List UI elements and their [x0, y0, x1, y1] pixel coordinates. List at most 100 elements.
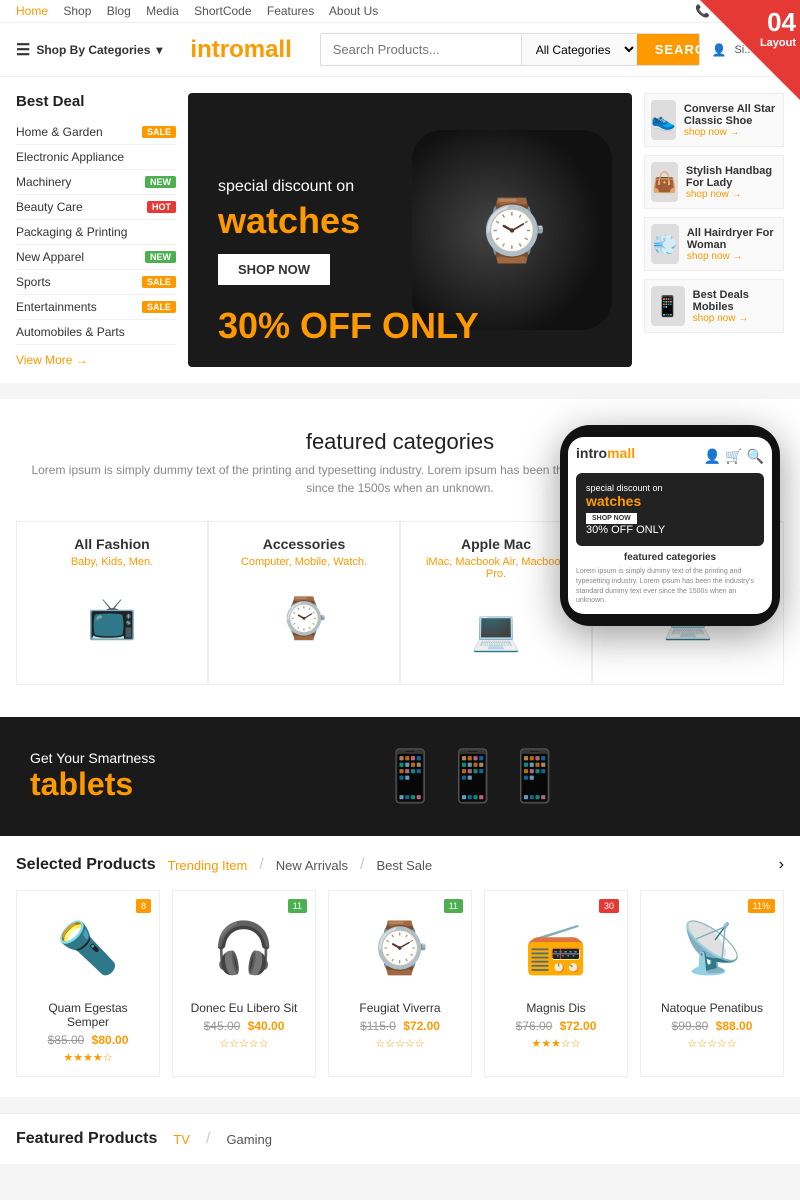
- product-card[interactable]: 8 🔦 Quam Egestas Semper $85.00 $80.00 ★★…: [16, 890, 160, 1077]
- shop-now-button[interactable]: SHOP NOW: [218, 254, 330, 285]
- product-card[interactable]: 11 ⌚ Feugiat Viverra $115.0 $72.00 ☆☆☆☆☆: [328, 890, 472, 1077]
- hot-badge: HOT: [147, 201, 176, 213]
- nav-about[interactable]: About Us: [329, 4, 378, 18]
- nav-blog[interactable]: Blog: [107, 4, 131, 18]
- cat-image: 💻: [415, 590, 577, 670]
- tab-tv[interactable]: TV: [173, 1132, 190, 1147]
- tab-sep: /: [206, 1130, 210, 1148]
- product-card[interactable]: 11% 📡 Natoque Penatibus $99.80 $88.00 ☆☆…: [640, 890, 784, 1077]
- shop-by-categories[interactable]: ☰ Shop By Categories ▾: [16, 40, 162, 60]
- list-item[interactable]: Automobiles & Parts: [16, 320, 176, 345]
- phone-discount: 30% OFF ONLY: [586, 524, 754, 536]
- product-card[interactable]: 30 📻 Magnis Dis $76.00 $72.00 ★★★☆☆: [484, 890, 628, 1077]
- banner-text: special discount on watches SHOP NOW 30%…: [218, 178, 602, 347]
- side-product-item[interactable]: 👜 Stylish Handbag For Lady shop now →: [644, 155, 784, 209]
- tab-sep: /: [259, 856, 263, 874]
- tablets-banner: Get Your Smartness tablets 📱📱📱: [0, 717, 800, 836]
- old-price: $85.00: [48, 1033, 85, 1047]
- side-product-img: 💨: [651, 224, 679, 264]
- tab-trending[interactable]: Trending Item: [168, 858, 248, 873]
- cat-link[interactable]: Electronic Appliance: [16, 150, 124, 164]
- nav-shortcode[interactable]: ShortCode: [194, 4, 251, 18]
- nav-shop[interactable]: Shop: [63, 4, 91, 18]
- phone-logo: intromall: [576, 445, 635, 461]
- logo-suffix: mall: [244, 36, 292, 63]
- product-card[interactable]: 11 🎧 Donec Eu Libero Sit $45.00 $40.00 ☆…: [172, 890, 316, 1077]
- product-price: $76.00 $72.00: [497, 1019, 615, 1033]
- list-item[interactable]: Electronic Appliance: [16, 145, 176, 170]
- phone-banner: special discount on watches SHOP NOW 30%…: [576, 473, 764, 546]
- list-item[interactable]: Packaging & Printing: [16, 220, 176, 245]
- nav-features[interactable]: Features: [267, 4, 314, 18]
- new-price: $80.00: [92, 1033, 129, 1047]
- product-name: Feugiat Viverra: [341, 1001, 459, 1015]
- new-price: $72.00: [560, 1019, 597, 1033]
- tablets-text: Get Your Smartness tablets: [30, 750, 155, 803]
- cat-link[interactable]: Entertainments: [16, 300, 97, 314]
- product-stars: ☆☆☆☆☆: [341, 1037, 459, 1050]
- product-stars: ☆☆☆☆☆: [653, 1037, 771, 1050]
- category-card-accessories[interactable]: Accessories Computer, Mobile, Watch. ⌚: [208, 521, 400, 685]
- new-badge: NEW: [145, 251, 176, 263]
- featured-products-footer: Featured Products TV / Gaming: [0, 1113, 800, 1164]
- side-product-link[interactable]: shop now →: [693, 313, 749, 324]
- cat-link[interactable]: New Apparel: [16, 250, 84, 264]
- side-product-link[interactable]: shop now →: [687, 251, 743, 262]
- view-more-link[interactable]: View More →: [16, 353, 176, 367]
- sale-badge: SALE: [142, 126, 176, 138]
- product-badge: 11: [444, 899, 463, 913]
- cat-title: All Fashion: [31, 536, 193, 552]
- tablets-small: Get Your Smartness: [30, 750, 155, 766]
- new-price: $88.00: [716, 1019, 753, 1033]
- cat-link[interactable]: Sports: [16, 275, 51, 289]
- shop-by-label: Shop By Categories: [36, 43, 150, 57]
- side-product-link[interactable]: shop now →: [686, 189, 742, 200]
- logo[interactable]: intromall: [190, 36, 291, 64]
- cat-link[interactable]: Beauty Care: [16, 200, 83, 214]
- top-nav[interactable]: Home Shop Blog Media ShortCode Features …: [16, 4, 390, 18]
- sp-title: Selected Products: [16, 856, 156, 874]
- category-card-fashion[interactable]: All Fashion Baby, Kids, Men. 📺: [16, 521, 208, 685]
- best-deal-list: Home & Garden SALE Electronic Appliance …: [16, 120, 176, 345]
- list-item[interactable]: Entertainments SALE: [16, 295, 176, 320]
- nav-media[interactable]: Media: [146, 4, 179, 18]
- tab-gaming[interactable]: Gaming: [226, 1132, 272, 1147]
- side-product-item[interactable]: 💨 All Hairdryer For Woman shop now →: [644, 217, 784, 271]
- list-item[interactable]: Sports SALE: [16, 270, 176, 295]
- search-input[interactable]: [321, 34, 521, 65]
- cat-image: 📺: [31, 578, 193, 658]
- category-select[interactable]: All Categories: [521, 34, 637, 65]
- banner-big-text: watches: [218, 200, 602, 242]
- phone-banner-big: watches: [586, 493, 754, 509]
- layout-number: 04: [760, 8, 796, 37]
- product-price: $99.80 $88.00: [653, 1019, 771, 1033]
- list-item[interactable]: Home & Garden SALE: [16, 120, 176, 145]
- tab-best-sale[interactable]: Best Sale: [377, 858, 433, 873]
- hero-banner: ⌚ special discount on watches SHOP NOW 3…: [188, 93, 632, 367]
- hamburger-icon: ☰: [16, 40, 30, 60]
- list-item[interactable]: Machinery NEW: [16, 170, 176, 195]
- cat-link[interactable]: Home & Garden: [16, 125, 103, 139]
- cat-subtitle: Baby, Kids, Men.: [31, 556, 193, 568]
- logo-prefix: intro: [190, 36, 243, 63]
- list-item[interactable]: New Apparel NEW: [16, 245, 176, 270]
- cat-link[interactable]: Packaging & Printing: [16, 225, 127, 239]
- new-price: $72.00: [403, 1019, 440, 1033]
- product-image: 🔦: [29, 903, 147, 993]
- nav-home[interactable]: Home: [16, 4, 48, 18]
- tablets-image: 📱📱📱: [175, 747, 770, 806]
- side-product-title: Best Deals Mobiles: [693, 289, 777, 313]
- cat-link[interactable]: Automobiles & Parts: [16, 325, 125, 339]
- product-image: ⌚: [341, 903, 459, 993]
- product-stars: ☆☆☆☆☆: [185, 1037, 303, 1050]
- list-item[interactable]: Beauty Care HOT: [16, 195, 176, 220]
- tab-new-arrivals[interactable]: New Arrivals: [276, 858, 348, 873]
- nav-arrow-right[interactable]: ›: [779, 856, 784, 874]
- cat-link[interactable]: Machinery: [16, 175, 71, 189]
- hero-section: Best Deal Home & Garden SALE Electronic …: [0, 77, 800, 383]
- product-image: 🎧: [185, 903, 303, 993]
- phone-shop-now[interactable]: SHOP NOW: [586, 513, 637, 524]
- side-product-item[interactable]: 📱 Best Deals Mobiles shop now →: [644, 279, 784, 333]
- side-product-info: All Hairdryer For Woman shop now →: [687, 227, 777, 262]
- side-product-link[interactable]: shop now →: [684, 127, 740, 138]
